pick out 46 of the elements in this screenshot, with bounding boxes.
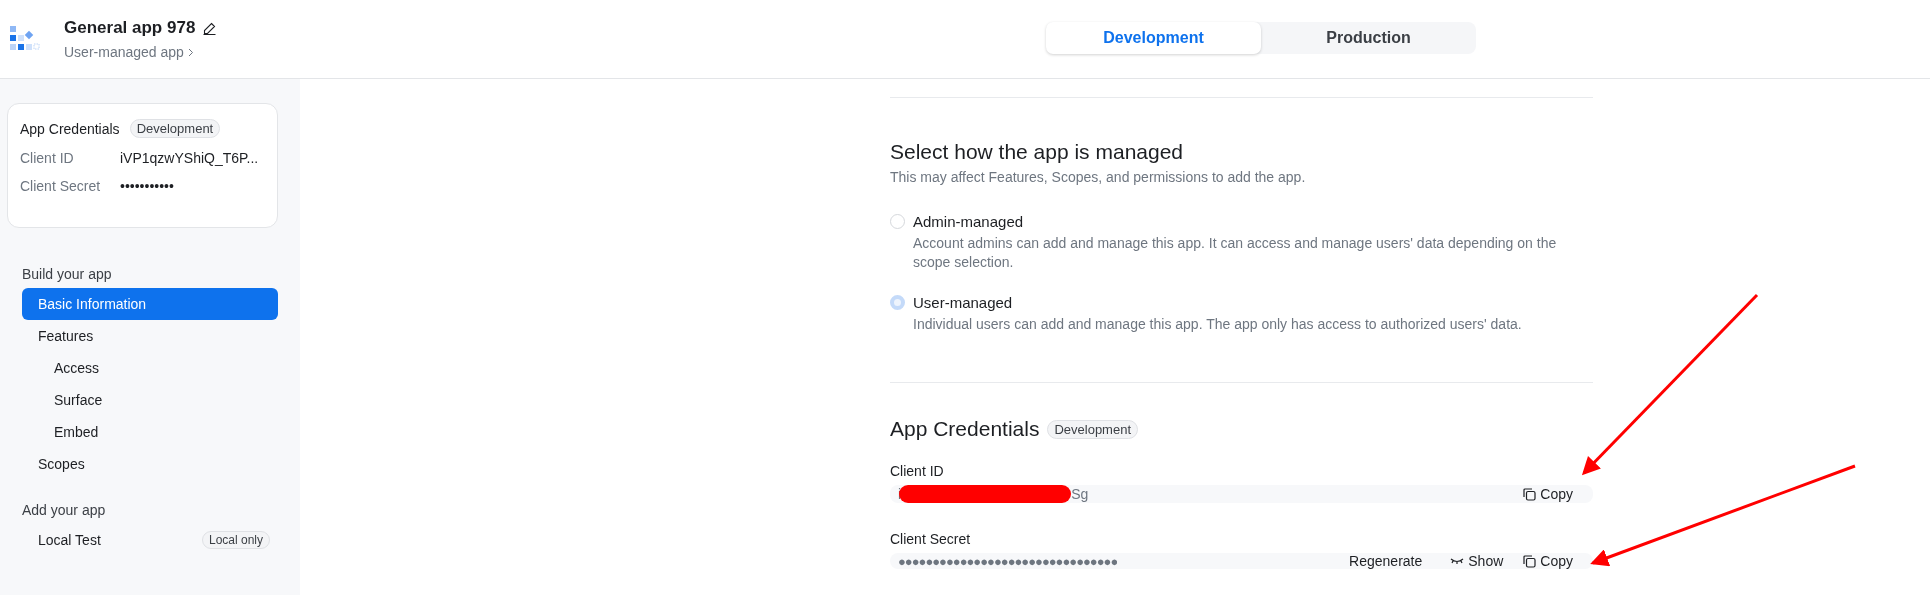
local-only-tag: Local only <box>201 531 270 549</box>
app-type-link[interactable]: User-managed app <box>64 44 217 60</box>
option-label: User-managed <box>913 294 1014 311</box>
field-label: Client Secret <box>890 531 972 547</box>
option-label: Admin-managed <box>913 213 1025 230</box>
nav-item[interactable]: Features <box>22 320 278 352</box>
nav-item[interactable]: Scopes <box>22 448 278 480</box>
copy-icon <box>1523 554 1537 568</box>
credential-label: Client ID <box>20 150 75 166</box>
regenerate-button[interactable]: Regenerate <box>1339 553 1433 569</box>
section-heading: Select how the app is managed <box>890 140 1185 164</box>
app-name: General app 978 <box>64 18 196 38</box>
copy-button[interactable]: Copy <box>1513 553 1583 569</box>
credential-value: iVP1qzwYShiQ_T6P... <box>120 150 259 166</box>
section-title: Add your app <box>21 501 107 520</box>
show-button[interactable]: Show <box>1440 553 1514 569</box>
copy-icon <box>1523 487 1537 501</box>
nav-item[interactable]: Basic Information <box>22 288 278 320</box>
closed-eye-icon <box>1450 557 1465 565</box>
nav-item[interactable]: Local Test Local only <box>22 524 278 556</box>
masked-secret: ●●●●●●●●●●●●●●●●●●●●●●●●●●●●●●●● <box>898 553 1118 569</box>
option-description: Account admins can add and manage this app. It can access and manage users' data depending on the scope selection. <box>913 234 1558 272</box>
pencil-icon[interactable] <box>203 21 217 35</box>
client-secret-field[interactable]: ●●●●●●●●●●●●●●●●●●●●●●●●●●●●●●●● Regenerate Show Copy <box>890 553 1593 569</box>
section-title: Build your app <box>21 265 113 284</box>
section-heading: App Credentials <box>890 417 1040 441</box>
environment-tag: Development <box>1047 419 1139 439</box>
environment-tag: Development <box>129 119 221 138</box>
environment-tab[interactable]: Production <box>1261 22 1476 54</box>
nav-item[interactable]: Embed <box>22 416 278 448</box>
field-label: Client ID <box>890 463 945 479</box>
radio-button[interactable] <box>890 295 905 310</box>
credential-label: Client Secret <box>20 178 102 194</box>
section-subtitle: This may affect Features, Scopes, and permissions to add the app. <box>890 169 1307 185</box>
option-description: Individual users can add and manage this app. The app only has access to authorized users' data. <box>913 315 1522 334</box>
nav-item[interactable]: Access <box>22 352 278 384</box>
card-title: App Credentials <box>20 120 120 137</box>
chevron-icon <box>187 47 194 57</box>
nav-item[interactable]: Surface <box>22 384 278 416</box>
radio-button[interactable] <box>890 214 905 229</box>
app-logo-icon <box>10 26 40 52</box>
copy-button[interactable]: Copy <box>1513 486 1583 502</box>
client-id-field[interactable]: i Sg Copy <box>890 485 1593 503</box>
environment-tab[interactable]: Development <box>1046 22 1261 54</box>
field-value: i Sg <box>898 485 1089 503</box>
credential-value: ••••••••••• <box>120 178 174 194</box>
